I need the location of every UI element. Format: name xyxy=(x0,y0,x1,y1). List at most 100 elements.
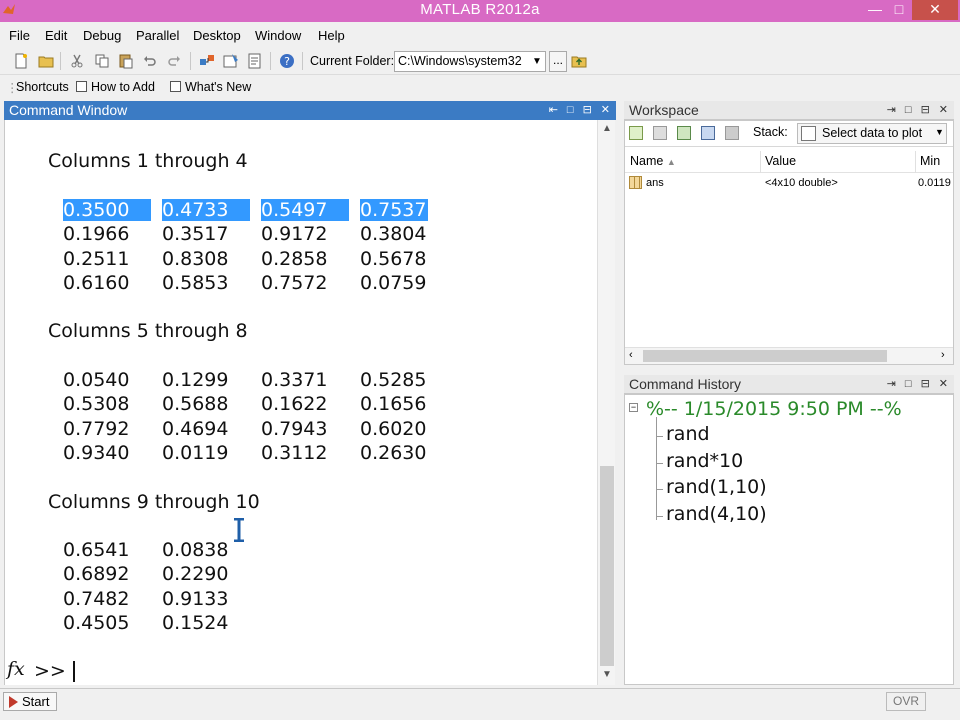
shortcuts-bar: ⋮ Shortcuts How to Add What's New xyxy=(0,76,960,98)
scroll-thumb[interactable] xyxy=(643,350,887,362)
output-value: 0.7943 xyxy=(261,417,328,440)
close-panel-icon[interactable]: ✕ xyxy=(939,104,948,116)
column-header-name[interactable]: Name ▲ xyxy=(630,154,676,168)
output-value: 0.6160 xyxy=(63,272,130,295)
column-header-min[interactable]: Min xyxy=(920,154,940,168)
shortcuts-label: Shortcuts xyxy=(16,80,69,94)
delete-variable-icon[interactable] xyxy=(725,126,739,140)
menu-edit[interactable]: Edit xyxy=(45,28,67,43)
columns-header: Columns 1 through 4 xyxy=(48,150,248,172)
output-value: 0.6892 xyxy=(63,563,130,586)
minimize-button[interactable]: — xyxy=(862,0,888,20)
tree-branch xyxy=(656,489,663,490)
paste-icon[interactable] xyxy=(117,52,135,70)
menu-desktop[interactable]: Desktop xyxy=(193,28,241,43)
scroll-left-icon[interactable]: ‹ xyxy=(629,349,633,361)
variable-name: ans xyxy=(646,177,664,189)
selected-output-value: 0.4733 xyxy=(162,199,251,221)
command-history-panel: − %-- 1/15/2015 9:50 PM --% rand rand*10 r… xyxy=(624,394,954,685)
new-file-icon[interactable] xyxy=(12,52,30,70)
window-title: MATLAB R2012a xyxy=(420,1,540,18)
start-button[interactable]: Start xyxy=(3,692,57,711)
scroll-up-icon[interactable]: ▲ xyxy=(602,123,612,134)
column-divider xyxy=(915,151,916,173)
maximize-button[interactable]: □ xyxy=(886,0,912,20)
history-item[interactable]: rand(4,10) xyxy=(666,503,767,525)
overwrite-mode-indicator: OVR xyxy=(886,692,926,711)
chevron-down-icon[interactable]: ▼ xyxy=(529,52,545,71)
history-item[interactable]: rand(1,10) xyxy=(666,476,767,498)
scroll-down-icon[interactable]: ▼ xyxy=(602,669,612,680)
command-history-header[interactable]: Command History ⇥ □ ⊟ ✕ xyxy=(624,375,954,394)
close-button[interactable]: ✕ xyxy=(912,0,958,20)
help-icon[interactable]: ? xyxy=(278,52,296,70)
shortcut-whats-new[interactable]: What's New xyxy=(170,80,251,94)
scroll-thumb[interactable] xyxy=(600,466,614,666)
maximize-panel-icon[interactable]: □ xyxy=(905,378,912,390)
minimize-panel-icon[interactable]: ⊟ xyxy=(921,104,930,116)
collapse-icon[interactable]: − xyxy=(629,403,638,412)
import-data-icon[interactable] xyxy=(677,126,691,140)
open-folder-icon[interactable] xyxy=(37,52,55,70)
output-value: 0.0759 xyxy=(360,272,427,295)
output-value: 0.2511 xyxy=(63,247,130,270)
copy-icon[interactable] xyxy=(93,52,111,70)
maximize-panel-icon[interactable]: □ xyxy=(567,104,574,116)
save-workspace-icon[interactable] xyxy=(701,126,715,140)
output-value: 0.5678 xyxy=(360,247,427,270)
guide-icon[interactable] xyxy=(222,52,240,70)
history-session-header[interactable]: %-- 1/15/2015 9:50 PM --% xyxy=(646,398,902,420)
maximize-panel-icon[interactable]: □ xyxy=(905,104,912,116)
output-value: 0.5853 xyxy=(162,272,229,295)
current-folder-label: Current Folder: xyxy=(310,54,395,68)
cut-icon[interactable] xyxy=(68,52,86,70)
stack-label: Stack: xyxy=(753,125,788,139)
command-window-header[interactable]: Command Window ⇤ □ ⊟ ✕ xyxy=(4,101,616,120)
output-value: 0.1656 xyxy=(360,393,427,416)
undock-icon[interactable]: ⇤ xyxy=(549,104,558,116)
shortcut-how-to-add[interactable]: How to Add xyxy=(76,80,155,94)
command-window-scrollbar[interactable]: ▲ ▼ xyxy=(597,120,615,685)
browse-folder-button[interactable]: ... xyxy=(549,51,567,72)
new-variable-icon[interactable] xyxy=(629,126,643,140)
workspace-hscrollbar[interactable]: ‹ › xyxy=(625,347,953,364)
workspace-header[interactable]: Workspace ⇥ □ ⊟ ✕ xyxy=(624,101,954,120)
menu-file[interactable]: File xyxy=(9,28,30,43)
chevron-down-icon[interactable]: ▼ xyxy=(935,127,944,137)
close-panel-icon[interactable]: ✕ xyxy=(939,378,948,390)
column-divider xyxy=(760,151,761,173)
open-variable-icon[interactable] xyxy=(653,126,667,140)
current-folder-input[interactable]: C:\Windows\system32 ▼ xyxy=(394,51,546,72)
menu-debug[interactable]: Debug xyxy=(83,28,121,43)
function-browser-icon[interactable]: fx xyxy=(7,658,25,680)
title-bar: MATLAB R2012a — □ ✕ xyxy=(0,0,960,22)
scroll-right-icon[interactable]: › xyxy=(941,349,945,361)
output-value: 0.3804 xyxy=(360,223,427,246)
undock-icon[interactable]: ⇥ xyxy=(887,378,896,390)
table-row[interactable]: ans <4x10 double> 0.0119 xyxy=(625,174,953,194)
profiler-icon[interactable] xyxy=(246,52,264,70)
redo-icon[interactable] xyxy=(165,52,183,70)
output-value: 0.6541 xyxy=(63,539,130,561)
undo-icon[interactable] xyxy=(141,52,159,70)
output-value: 0.7572 xyxy=(261,272,328,295)
command-prompt[interactable]: >> xyxy=(34,660,72,682)
simulink-icon[interactable] xyxy=(198,52,216,70)
menu-window[interactable]: Window xyxy=(255,28,301,43)
column-header-value[interactable]: Value xyxy=(765,154,796,168)
minimize-panel-icon[interactable]: ⊟ xyxy=(921,378,930,390)
command-window-output[interactable]: Columns 1 through 4 0.3500 0.4733 0.5497 0.7… xyxy=(4,120,597,685)
history-item[interactable]: rand xyxy=(666,423,710,445)
menu-parallel[interactable]: Parallel xyxy=(136,28,179,43)
output-value: 0.3112 xyxy=(261,442,328,465)
output-value: 0.5688 xyxy=(162,393,229,416)
select-data-to-plot-button[interactable]: Select data to plot xyxy=(797,123,947,144)
folder-up-icon[interactable] xyxy=(570,52,588,70)
undock-icon[interactable]: ⇥ xyxy=(887,104,896,116)
history-item[interactable]: rand*10 xyxy=(666,450,743,472)
matrix-variable-icon xyxy=(629,176,642,189)
minimize-panel-icon[interactable]: ⊟ xyxy=(583,104,592,116)
close-panel-icon[interactable]: ✕ xyxy=(601,104,610,116)
toolbar: ? Current Folder: C:\Windows\system32 ▼ … xyxy=(0,47,960,75)
menu-help[interactable]: Help xyxy=(318,28,345,43)
